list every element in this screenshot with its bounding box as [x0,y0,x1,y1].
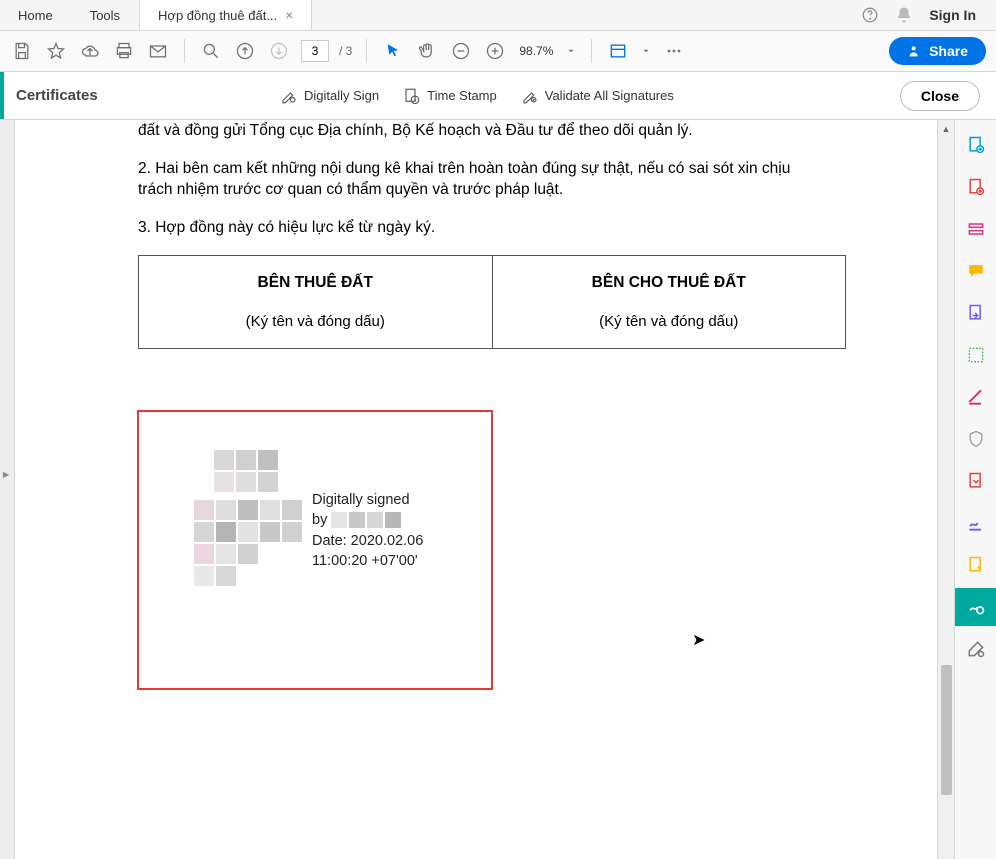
mail-icon[interactable] [146,39,170,63]
stamp-icon[interactable] [965,554,987,576]
doc-paragraph-1: đất và đồng gửi Tổng cục Địa chính, Bộ K… [20,120,920,142]
redacted-signer-name [331,512,401,528]
compress-icon[interactable] [965,470,987,492]
zoom-dropdown-icon[interactable] [565,39,577,63]
signature-cell-left: BÊN THUÊ ĐẤT (Ký tên và đóng dấu) [139,255,493,349]
validate-icon [521,87,539,105]
edit-pdf-icon[interactable] [965,218,987,240]
sig-line-2: by [312,510,327,530]
certificates-bar: Certificates Digitally Sign Time Stamp V… [0,72,996,120]
fit-dropdown-icon[interactable] [640,39,652,63]
redact-icon[interactable] [965,386,987,408]
sig-left-sub: (Ký tên và đóng dấu) [149,311,482,332]
more-tools-icon[interactable] [965,638,987,660]
sign-in-link[interactable]: Sign In [929,7,976,23]
sig-line-1: Digitally signed [312,490,423,510]
print-icon[interactable] [112,39,136,63]
share-button[interactable]: Share [889,37,986,65]
doc-paragraph-2: 2. Hai bên cam kết những nội dung kê kha… [20,158,920,201]
tab-file-label: Hợp đồng thuê đất... [158,8,277,23]
validate-label: Validate All Signatures [545,88,674,103]
signature-cell-right: BÊN CHO THUÊ ĐẤT (Ký tên và đóng dấu) [492,255,846,349]
bell-icon[interactable] [895,6,913,24]
protect-icon[interactable] [965,428,987,450]
page-number-input[interactable] [301,40,329,62]
document-page: đất và đồng gửi Tổng cục Địa chính, Bộ K… [15,120,920,349]
document-viewport[interactable]: đất và đồng gửi Tổng cục Địa chính, Bộ K… [15,120,937,859]
fill-sign-icon[interactable] [965,512,987,534]
timestamp-icon [403,87,421,105]
mouse-cursor-icon: ➤ [692,630,705,650]
right-tools-panel [954,120,996,859]
next-page-icon[interactable] [267,39,291,63]
cloud-icon[interactable] [78,39,102,63]
page-total-label: / 3 [339,44,352,58]
zoom-in-icon[interactable] [483,39,507,63]
left-panel-collapsed[interactable] [0,120,15,859]
digitally-sign-action[interactable]: Digitally Sign [280,87,379,105]
sig-line-4: 11:00:20 +07'00' [312,551,423,571]
sig-right-heading: BÊN CHO THUÊ ĐẤT [503,272,836,294]
tab-tools[interactable]: Tools [72,0,139,30]
fit-width-icon[interactable] [606,39,630,63]
prev-page-icon[interactable] [233,39,257,63]
digitally-sign-label: Digitally Sign [304,88,379,103]
doc-paragraph-3: 3. Hợp đồng này có hiệu lực kể từ ngày k… [20,217,920,239]
zoom-level-label: 98.7% [519,44,553,58]
main-toolbar: / 3 98.7% Share [0,31,996,72]
save-icon[interactable] [10,39,34,63]
validate-signatures-action[interactable]: Validate All Signatures [521,87,674,105]
vertical-scrollbar[interactable]: ▲ [937,120,954,859]
export-pdf-icon[interactable] [965,302,987,324]
tab-home[interactable]: Home [0,0,72,30]
tab-close-icon[interactable]: × [285,7,293,23]
signature-details-text: Digitally signed by Date: 2020.02.06 11:… [312,490,423,571]
search-icon[interactable] [199,39,223,63]
scroll-up-icon[interactable]: ▲ [938,120,954,137]
pen-sign-icon [280,87,298,105]
signature-table: BÊN THUÊ ĐẤT (Ký tên và đóng dấu) BÊN CH… [138,255,846,350]
sig-right-sub: (Ký tên và đóng dấu) [503,311,836,332]
comment-icon[interactable] [965,260,987,282]
hand-icon[interactable] [415,39,439,63]
redacted-signer-graphic [214,450,302,586]
tab-file-active[interactable]: Hợp đồng thuê đất... × [139,0,312,30]
star-icon[interactable] [44,39,68,63]
sig-left-heading: BÊN THUÊ ĐẤT [149,272,482,294]
combine-pdf-icon[interactable] [965,176,987,198]
create-pdf-icon[interactable] [965,134,987,156]
certificates-title: Certificates [16,87,98,104]
more-icon[interactable] [662,39,686,63]
share-button-label: Share [929,43,968,59]
digital-signature-field[interactable]: Digitally signed by Date: 2020.02.06 11:… [137,410,493,690]
close-certificates-button[interactable]: Close [900,81,980,111]
zoom-out-icon[interactable] [449,39,473,63]
share-person-icon [907,43,923,59]
top-tab-bar: Home Tools Hợp đồng thuê đất... × Sign I… [0,0,996,31]
time-stamp-action[interactable]: Time Stamp [403,87,497,105]
time-stamp-label: Time Stamp [427,88,497,103]
certificates-tool-icon[interactable] [955,588,996,626]
sig-line-3: Date: 2020.02.06 [312,531,423,551]
pointer-icon[interactable] [381,39,405,63]
organize-icon[interactable] [965,344,987,366]
scrollbar-thumb[interactable] [941,665,952,795]
help-icon[interactable] [861,6,879,24]
